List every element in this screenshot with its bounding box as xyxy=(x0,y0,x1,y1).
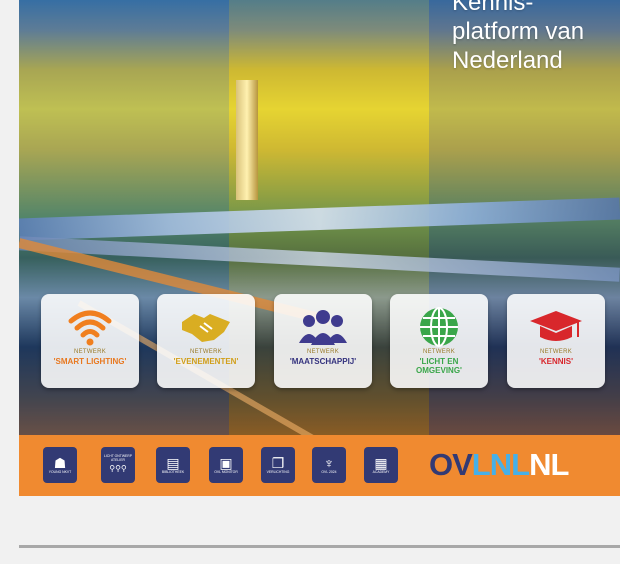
hero-poster: Kennis- platform van Nederland NETWERK '… xyxy=(19,0,620,496)
tile-label: 'MAATSCHAPPIJ' xyxy=(289,357,357,366)
badge-label: OVL MONITOR xyxy=(214,470,238,474)
badge-label: LICHT ONTWERP ATELIER xyxy=(103,454,132,462)
books-icon: ▤ xyxy=(166,455,180,471)
bottom-bar: ☗ YOUNG NKVT LICHT ONTWERP ATELIER ⚲⚲⚲ ▤… xyxy=(19,435,620,496)
document-icon: ▦ xyxy=(374,455,388,471)
graduation-cap-icon xyxy=(507,304,605,350)
badge-ovl-2024[interactable]: ♆ OVL 2024 xyxy=(312,447,346,483)
network-tiles: NETWERK 'SMART LIGHTING' NETWERK 'EVENEM… xyxy=(41,294,605,388)
headline: Kennis- platform van Nederland xyxy=(452,0,584,75)
tile-smart-lighting[interactable]: NETWERK 'SMART LIGHTING' xyxy=(41,294,139,388)
wifi-icon xyxy=(41,304,139,350)
people-icon xyxy=(274,304,372,350)
logo-part-1: OV xyxy=(429,447,473,482)
tile-label-small: NETWERK xyxy=(189,349,223,355)
ovlnl-logo[interactable]: OV LNL NL xyxy=(429,447,569,482)
badge-young-nkvt[interactable]: ☗ YOUNG NKVT xyxy=(43,447,77,483)
monitor-icon: ▣ xyxy=(219,455,233,471)
badge-licht-ontwerp-atelier[interactable]: LICHT ONTWERP ATELIER ⚲⚲⚲ xyxy=(101,447,135,483)
logo-part-2: LNL xyxy=(471,447,530,482)
headline-line-3: Nederland xyxy=(452,47,563,74)
atelier-icon: ⚲⚲⚲ xyxy=(109,464,127,473)
badge-label: ACADEMY xyxy=(372,470,390,474)
tile-label-line-2: OMGEVING' xyxy=(416,366,462,375)
badge-academy[interactable]: ▦ ACADEMY xyxy=(364,447,398,483)
globe-icon xyxy=(390,304,488,350)
badge-label: BIBLIOTHEEK xyxy=(161,470,185,474)
badge-verlichting[interactable]: ❐ VERLICHTING xyxy=(261,447,295,483)
badge-label: OVL 2024 xyxy=(321,470,337,474)
tile-label-small: NETWERK xyxy=(539,349,573,355)
award-icon: ♆ xyxy=(323,455,335,471)
tile-kennis[interactable]: NETWERK 'KENNIS' xyxy=(507,294,605,388)
tile-evenementen[interactable]: NETWERK 'EVENEMENTEN' xyxy=(157,294,255,388)
tile-label: 'LICHT EN OMGEVING' xyxy=(390,357,488,375)
tile-maatschappij[interactable]: NETWERK 'MAATSCHAPPIJ' xyxy=(274,294,372,388)
badge-label: VERLICHTING xyxy=(266,470,290,474)
tile-label-small: NETWERK xyxy=(73,349,107,355)
handshake-icon xyxy=(157,304,255,350)
divider xyxy=(19,545,620,548)
badge-bibliotheek[interactable]: ▤ BIBLIOTHEEK xyxy=(156,447,190,483)
tile-label: 'SMART LIGHTING' xyxy=(53,357,127,366)
headline-line-1: Kennis- xyxy=(452,0,534,16)
tile-label-small: NETWERK xyxy=(422,349,456,355)
tile-label: 'KENNIS' xyxy=(538,357,574,366)
tile-label-line-1: 'LICHT EN xyxy=(419,357,459,366)
badge-ovl-monitor[interactable]: ▣ OVL MONITOR xyxy=(209,447,243,483)
tower-graphic xyxy=(236,80,258,200)
badge-label: YOUNG NKVT xyxy=(48,470,72,474)
logo-part-3: NL xyxy=(529,447,569,482)
book-icon: ❐ xyxy=(271,455,285,471)
tile-label-small: NETWERK xyxy=(306,349,340,355)
young-professional-icon: ☗ xyxy=(53,455,67,471)
headline-line-2: platform van xyxy=(452,18,585,45)
tile-label: 'EVENEMENTEN' xyxy=(173,357,239,366)
tile-licht-en-omgeving[interactable]: NETWERK 'LICHT EN OMGEVING' xyxy=(390,294,488,388)
